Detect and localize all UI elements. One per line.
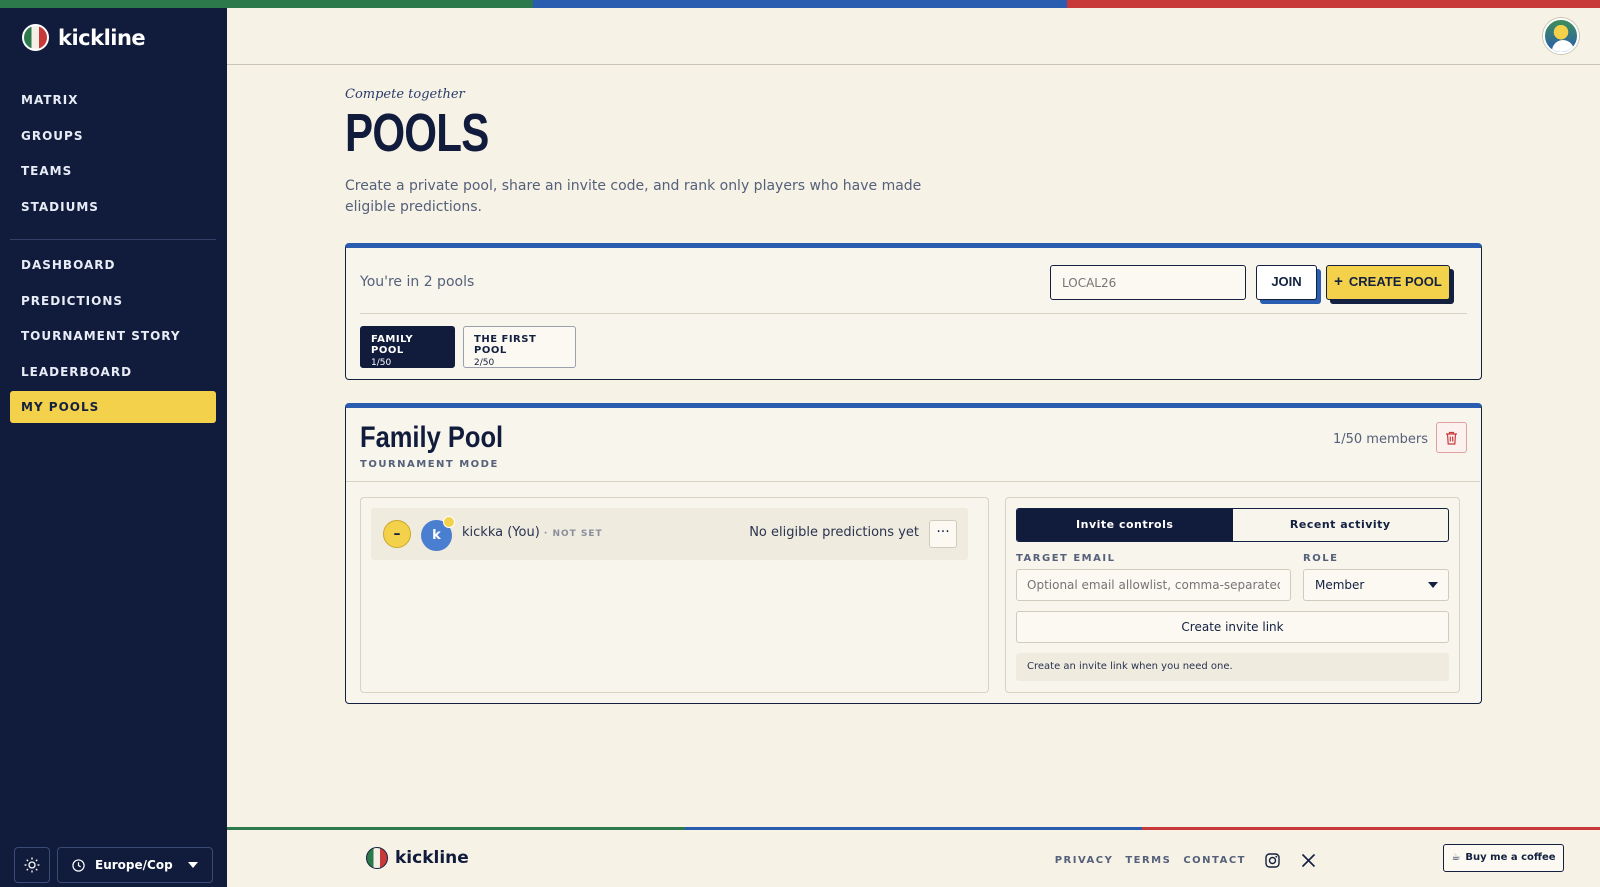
- logo-icon: [22, 24, 49, 51]
- member-name: kickka (You) · NOT SET: [462, 525, 603, 540]
- invite-code-input[interactable]: [1050, 265, 1246, 300]
- x-icon[interactable]: [1299, 851, 1317, 869]
- footer-color-stripe: [227, 827, 1600, 830]
- top-color-stripe: [0, 0, 1600, 8]
- buy-me-a-coffee-button[interactable]: ☕ Buy me a coffee: [1443, 844, 1564, 872]
- nav-secondary: DASHBOARD PREDICTIONS TOURNAMENT STORY L…: [10, 249, 216, 427]
- create-pool-button[interactable]: + CREATE POOL: [1326, 265, 1450, 300]
- pool-chip-family-pool[interactable]: FAMILY POOL 1/50: [360, 326, 455, 368]
- footer-logo[interactable]: kickline: [366, 847, 469, 869]
- sidebar-item-groups[interactable]: GROUPS: [10, 120, 216, 152]
- top-bar: [227, 8, 1600, 65]
- footer-link-contact[interactable]: CONTACT: [1183, 855, 1246, 866]
- role-select[interactable]: Member: [1303, 569, 1449, 601]
- tab-recent-activity[interactable]: Recent activity: [1233, 509, 1449, 541]
- member-more-button[interactable]: ···: [929, 520, 957, 548]
- member-name-text: kickka (You): [462, 525, 540, 540]
- join-button[interactable]: JOIN: [1256, 265, 1317, 300]
- user-avatar[interactable]: [1543, 18, 1579, 54]
- create-pool-label: CREATE POOL: [1348, 274, 1442, 289]
- instagram-icon[interactable]: [1263, 851, 1281, 869]
- footer-link-terms[interactable]: TERMS: [1125, 855, 1171, 866]
- trash-icon: [1446, 431, 1457, 445]
- pool-chip-name: THE FIRST POOL: [474, 334, 537, 356]
- page-eyebrow: Compete together: [345, 87, 465, 102]
- page-title: POOLS: [345, 103, 489, 163]
- main-content: Compete together POOLS Create a private …: [227, 8, 1600, 887]
- pool-mode: TOURNAMENT MODE: [360, 459, 499, 470]
- nav-primary: MATRIX GROUPS TEAMS STADIUMS: [10, 84, 216, 226]
- sidebar-item-dashboard[interactable]: DASHBOARD: [10, 249, 216, 281]
- sidebar-divider: [10, 239, 216, 240]
- pool-chip-name: FAMILY POOL: [371, 334, 414, 356]
- member-list-panel: – k kickka (You) · NOT SET No eligible p…: [360, 497, 989, 693]
- pool-title: Family Pool: [360, 421, 504, 454]
- role-value: Member: [1315, 578, 1365, 592]
- pools-bar-card: You're in 2 pools JOIN + CREATE POOL FAMI…: [345, 243, 1482, 380]
- member-row: – k kickka (You) · NOT SET No eligible p…: [371, 508, 968, 560]
- delete-pool-button[interactable]: [1436, 422, 1467, 453]
- sidebar-item-matrix[interactable]: MATRIX: [10, 84, 216, 116]
- footer-link-privacy[interactable]: PRIVACY: [1055, 855, 1114, 866]
- clock-icon: [72, 858, 85, 872]
- owner-badge-icon: [443, 516, 455, 528]
- timezone-value: Europe/Cop: [95, 858, 173, 872]
- footer-links: PRIVACY TERMS CONTACT: [1055, 855, 1246, 866]
- pool-chip-count: 1/50: [371, 358, 392, 368]
- target-email-label: TARGET EMAIL: [1016, 553, 1116, 564]
- plus-icon: +: [1334, 273, 1343, 290]
- member-count: 1/50 members: [1332, 432, 1428, 447]
- page-subtitle: Create a private pool, share an invite c…: [345, 178, 922, 215]
- sidebar: kickline MATRIX GROUPS TEAMS STADIUMS DA…: [0, 8, 227, 887]
- sidebar-item-tournament-story[interactable]: TOURNAMENT STORY: [10, 320, 216, 352]
- coffee-icon: ☕: [1451, 852, 1461, 863]
- sidebar-logo[interactable]: kickline: [22, 24, 146, 51]
- target-email-field[interactable]: [1016, 569, 1291, 601]
- member-status-separator: ·: [539, 529, 553, 539]
- divider: [360, 313, 1467, 314]
- sidebar-item-leaderboard[interactable]: LEADERBOARD: [10, 356, 216, 388]
- invite-hint: Create an invite link when you need one.: [1016, 653, 1449, 681]
- coffee-label: Buy me a coffee: [1465, 852, 1556, 863]
- pool-chip-the-first-pool[interactable]: THE FIRST POOL 2/50: [463, 326, 576, 368]
- sun-icon: [24, 857, 40, 873]
- sidebar-item-predictions[interactable]: PREDICTIONS: [10, 285, 216, 317]
- sidebar-item-stadiums[interactable]: STADIUMS: [10, 191, 216, 223]
- role-label: ROLE: [1303, 553, 1339, 564]
- pool-chip-count: 2/50: [474, 358, 495, 368]
- logo-icon: [366, 847, 388, 869]
- sidebar-item-teams[interactable]: TEAMS: [10, 155, 216, 187]
- invite-tabs: Invite controls Recent activity: [1016, 508, 1449, 542]
- footer: kickline PRIVACY TERMS CONTACT ☕ Buy me a…: [227, 827, 1600, 887]
- sidebar-item-my-pools[interactable]: MY POOLS: [10, 391, 216, 423]
- logo-text: kickline: [58, 25, 146, 50]
- footer-logo-text: kickline: [395, 848, 469, 868]
- chevron-down-icon: [1428, 582, 1438, 588]
- rank-badge: –: [383, 520, 411, 548]
- pool-count-text: You're in 2 pools: [360, 274, 475, 290]
- divider: [346, 481, 1480, 482]
- tab-invite-controls[interactable]: Invite controls: [1017, 509, 1233, 541]
- chevron-down-icon: [188, 862, 198, 868]
- timezone-select[interactable]: Europe/Cop: [57, 847, 213, 883]
- member-status: NOT SET: [552, 529, 603, 539]
- create-invite-link-button[interactable]: Create invite link: [1016, 611, 1449, 643]
- sidebar-footer: Europe/Cop: [14, 847, 213, 883]
- pool-detail-card: Family Pool TOURNAMENT MODE 1/50 members…: [345, 403, 1482, 704]
- theme-toggle-button[interactable]: [14, 847, 50, 883]
- invite-panel: Invite controls Recent activity TARGET E…: [1005, 497, 1460, 693]
- member-predictions-note: No eligible predictions yet: [749, 525, 919, 540]
